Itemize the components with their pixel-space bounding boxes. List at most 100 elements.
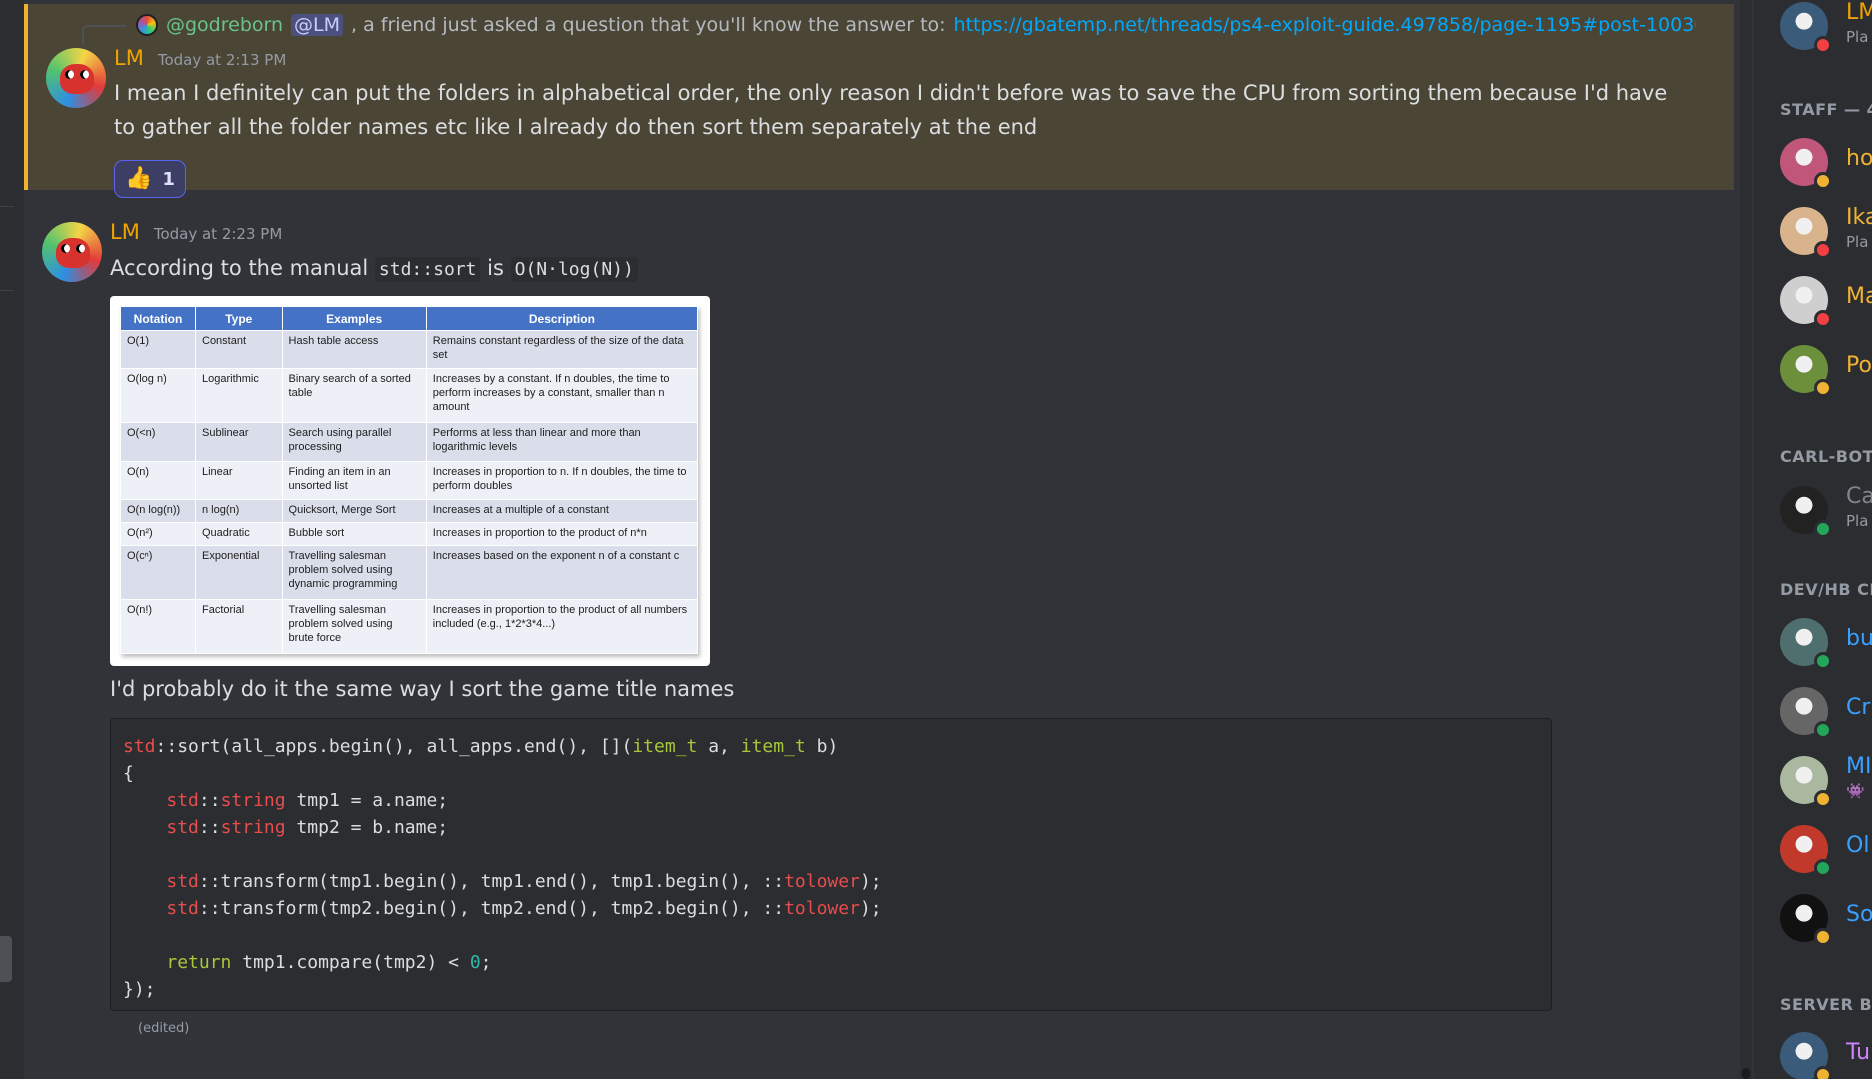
member-name: Ika bbox=[1846, 205, 1872, 230]
member-name: LM bbox=[1846, 0, 1872, 25]
member-item[interactable]: Ca Pla bbox=[1780, 484, 1872, 538]
status-indicator bbox=[1814, 379, 1832, 397]
table-cell: Increases at a multiple of a constant bbox=[425, 499, 699, 524]
inline-code: O(N·log(N)) bbox=[510, 257, 638, 282]
code-line: std::sort(all_apps.begin(), all_apps.end… bbox=[123, 733, 1539, 760]
code-token: ::transform(tmp2.begin(), tmp2.end(), tm… bbox=[198, 898, 785, 919]
status-indicator bbox=[1814, 721, 1832, 739]
table-cell: O(n log(n)) bbox=[120, 499, 196, 524]
code-line: std::string tmp1 = a.name; bbox=[123, 787, 1539, 814]
status-indicator bbox=[1814, 310, 1832, 328]
avatar[interactable] bbox=[46, 48, 106, 108]
code-line: std::transform(tmp2.begin(), tmp2.end(),… bbox=[123, 895, 1539, 922]
code-token: ::transform(tmp1.begin(), tmp1.end(), tm… bbox=[198, 871, 785, 892]
member-section-header: CARL-BOT bbox=[1780, 447, 1872, 466]
member-name: ho bbox=[1846, 146, 1872, 171]
reply-link[interactable]: https://gbatemp.net/threads/ps4-exploit-… bbox=[954, 14, 1696, 36]
message-text: I mean I definitely can put the folders … bbox=[114, 81, 1668, 139]
code-token: :: bbox=[198, 790, 221, 811]
table-row: O(n) Linear Finding an item in an unsorted… bbox=[120, 460, 699, 501]
reply-preview[interactable]: @godreborn @LM , a friend just asked a q… bbox=[136, 12, 1696, 38]
code-token: ); bbox=[859, 898, 882, 919]
member-item[interactable]: ho bbox=[1780, 138, 1872, 190]
scrollbar-thumb[interactable] bbox=[1742, 1068, 1750, 1079]
table-cell: Increases based on the exponent n of a c… bbox=[425, 545, 699, 601]
table-cell: Travelling salesman problem solved using… bbox=[281, 545, 427, 601]
member-item[interactable]: bu bbox=[1780, 618, 1872, 670]
inline-code: std::sort bbox=[374, 257, 481, 282]
reply-text: , a friend just asked a question that yo… bbox=[351, 14, 946, 36]
status-indicator bbox=[1814, 652, 1832, 670]
chat-scrollbar[interactable] bbox=[1740, 0, 1752, 1079]
member-item[interactable]: So bbox=[1780, 894, 1872, 946]
reaction-thumbs-up[interactable]: 👍 1 bbox=[114, 160, 186, 198]
member-item[interactable]: Cr bbox=[1780, 687, 1872, 739]
table-cell: Increases by a constant. If n doubles, t… bbox=[425, 368, 699, 424]
status-indicator bbox=[1814, 241, 1832, 259]
code-token: b) bbox=[805, 736, 839, 757]
message-author[interactable]: LM bbox=[110, 220, 140, 244]
member-list: LM Pla STAFF — 4 ho Ika Pla Ma Po CARL-BOT Ca Pla D… bbox=[1754, 0, 1872, 1079]
code-token: tolower bbox=[784, 871, 860, 892]
member-item[interactable]: Po bbox=[1780, 345, 1872, 397]
status-indicator bbox=[1814, 859, 1832, 877]
status-indicator bbox=[1814, 790, 1832, 808]
member-name: Tu bbox=[1846, 1040, 1871, 1065]
big-o-table-image[interactable]: Notation Type Examples Description O(1) Cons… bbox=[110, 296, 710, 666]
code-line: return tmp1.compare(tmp2) < 0; bbox=[123, 949, 1539, 976]
gutter-handle[interactable] bbox=[0, 936, 12, 982]
member-item[interactable]: Ol bbox=[1780, 825, 1872, 877]
table-cell: Quicksort, Merge Sort bbox=[281, 499, 427, 524]
avatar[interactable] bbox=[42, 222, 102, 282]
member-item[interactable]: Tu bbox=[1780, 1032, 1872, 1079]
message-timestamp: Today at 2:23 PM bbox=[153, 225, 283, 243]
member-item[interactable]: Ma bbox=[1780, 276, 1872, 328]
table-cell: O(cⁿ) bbox=[120, 545, 196, 601]
status-indicator bbox=[1814, 520, 1832, 538]
table-header: Notation bbox=[120, 306, 196, 331]
member-section-header: SERVER BO bbox=[1780, 995, 1872, 1014]
status-indicator bbox=[1814, 172, 1832, 190]
table-row: O(cⁿ) Exponential Travelling salesman prob… bbox=[120, 545, 699, 601]
message-timestamp: Today at 2:13 PM bbox=[157, 51, 287, 69]
table-row: O(1) Constant Hash table access Remains con… bbox=[120, 329, 699, 370]
table-cell: Hash table access bbox=[281, 329, 427, 370]
code-token: std bbox=[123, 736, 156, 757]
member-status-text: Pla bbox=[1846, 233, 1869, 251]
text-segment: is bbox=[487, 256, 504, 280]
member-item[interactable]: Ika Pla bbox=[1780, 205, 1872, 259]
member-status-text: Pla bbox=[1846, 512, 1869, 530]
mentioned-message: @godreborn @LM , a friend just asked a q… bbox=[24, 4, 1734, 198]
code-block[interactable]: std::sort(all_apps.begin(), all_apps.end… bbox=[110, 718, 1552, 1011]
reply-author[interactable]: @godreborn bbox=[166, 14, 283, 36]
code-token: std bbox=[166, 898, 199, 919]
member-name: Ca bbox=[1846, 484, 1872, 509]
table-cell: Quadratic bbox=[195, 522, 283, 547]
code-token: :: bbox=[198, 817, 221, 838]
code-token: }); bbox=[123, 979, 156, 1000]
table-row: O(log n) Logarithmic Binary search of a so… bbox=[120, 368, 699, 424]
code-line: std::transform(tmp1.begin(), tmp1.end(),… bbox=[123, 868, 1539, 895]
code-token: tolower bbox=[784, 898, 860, 919]
table-cell: Binary search of a sorted table bbox=[281, 368, 427, 424]
member-name: Ol bbox=[1846, 833, 1870, 858]
code-token: ::sort(all_apps.begin(), all_apps.end(),… bbox=[155, 736, 633, 757]
table-cell: Increases in proportion to n. If n doubl… bbox=[425, 460, 699, 501]
message-text: I'd probably do it the same way I sort t… bbox=[110, 677, 735, 701]
message-author[interactable]: LM bbox=[114, 46, 144, 70]
code-token: std bbox=[166, 871, 199, 892]
table-cell: Exponential bbox=[195, 545, 283, 601]
member-item[interactable]: LM Pla bbox=[1780, 0, 1872, 54]
code-line: { bbox=[123, 760, 1539, 787]
member-item[interactable]: MI 👾 bbox=[1780, 754, 1872, 808]
member-name: Cr bbox=[1846, 695, 1871, 720]
table-cell: Sublinear bbox=[195, 422, 283, 462]
reply-mention[interactable]: @LM bbox=[291, 14, 344, 36]
reply-avatar bbox=[136, 14, 158, 36]
member-name: So bbox=[1846, 902, 1872, 927]
